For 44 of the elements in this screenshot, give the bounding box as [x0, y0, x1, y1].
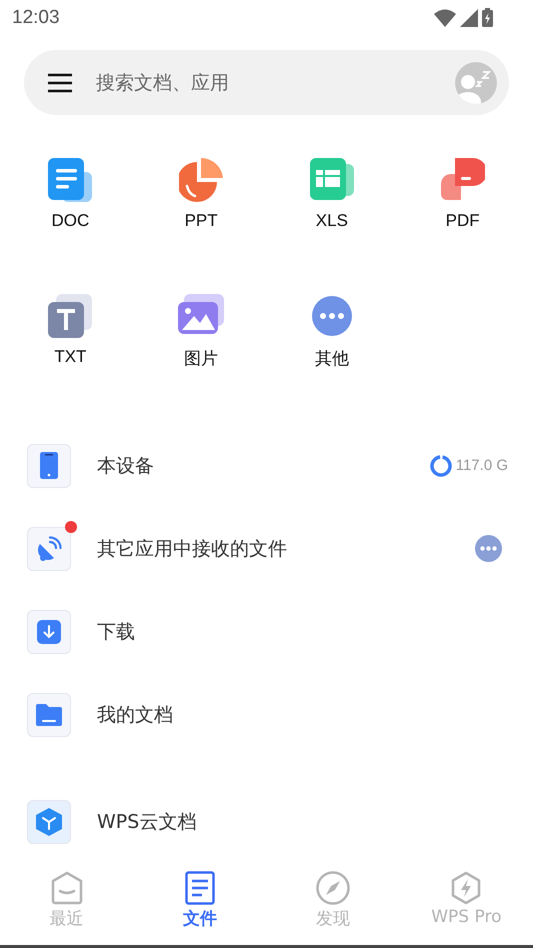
menu-icon[interactable]	[48, 72, 72, 92]
pdf-icon	[440, 158, 485, 202]
category-label[interactable]: 其他	[314, 347, 349, 370]
status-time: 12:03	[12, 6, 60, 28]
home-icon	[50, 871, 83, 905]
cube-icon	[36, 808, 62, 836]
signal-icon	[460, 8, 478, 26]
download-icon	[37, 620, 61, 644]
folder-tile[interactable]	[27, 692, 71, 736]
folder-tile[interactable]	[27, 526, 71, 570]
nav-tab[interactable]: 文件	[133, 865, 266, 945]
category-label[interactable]: DOC	[51, 211, 90, 231]
spreadsheet-icon	[310, 158, 354, 202]
storage-reading: 117.0 G	[456, 457, 508, 474]
folder-icon	[36, 704, 62, 726]
text-icon	[48, 294, 92, 338]
location-label[interactable]: 其它应用中接收的文件	[97, 536, 475, 562]
location-label[interactable]: WPS云文档	[97, 808, 508, 834]
search-bar[interactable]: 搜索文档、应用	[24, 50, 509, 115]
dots-icon	[480, 546, 497, 551]
document-icon	[184, 871, 215, 905]
search-field[interactable]: 搜索文档、应用	[94, 70, 455, 94]
location-label[interactable]: 下载	[97, 618, 508, 644]
wifi-icon	[434, 8, 456, 26]
more-button[interactable]	[475, 535, 502, 562]
pie-chart-icon	[179, 158, 224, 202]
category-label[interactable]: TXT	[54, 347, 86, 367]
location-label[interactable]: 本设备	[97, 452, 430, 478]
battery-icon	[482, 8, 493, 27]
satellite-dish-icon	[36, 536, 62, 562]
document-icon	[48, 158, 92, 202]
folder-tile[interactable]	[27, 444, 71, 488]
compass-icon	[316, 871, 350, 905]
category-label[interactable]: XLS	[316, 211, 348, 231]
folder-tile[interactable]	[27, 610, 71, 654]
folder-tile[interactable]	[27, 800, 71, 844]
category-label[interactable]: 图片	[184, 347, 218, 370]
category-label[interactable]: PDF	[446, 211, 480, 231]
storage-ring-icon	[430, 454, 452, 476]
more-icon	[312, 296, 352, 336]
lightning-icon	[450, 871, 482, 905]
phone-icon	[40, 452, 58, 479]
category-label[interactable]: PPT	[184, 211, 218, 231]
location-label[interactable]: 我的文档	[97, 702, 508, 728]
